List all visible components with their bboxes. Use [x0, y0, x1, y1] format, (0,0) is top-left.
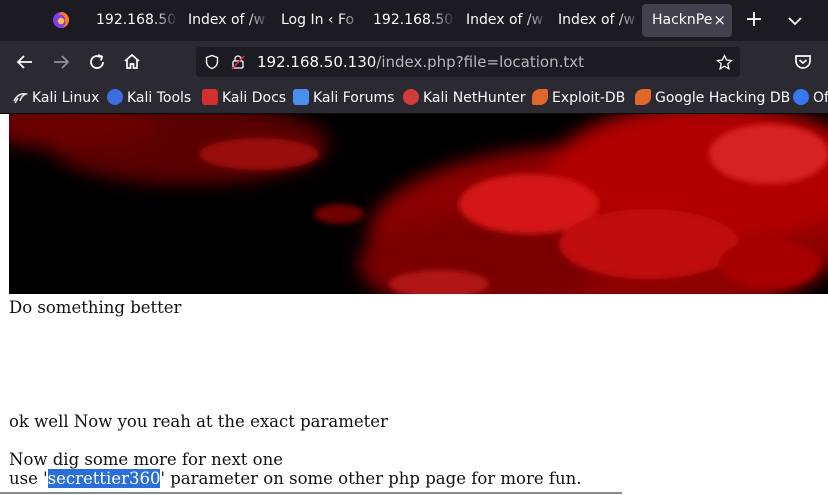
url-text[interactable]: 192.168.50.130/index.php?file=location.t… [257, 47, 584, 77]
tab-6[interactable]: Index of /w [548, 4, 640, 37]
bookmark-exploit-db[interactable]: Exploit-DB [532, 83, 625, 113]
bookmarks-toolbar: Kali Linux Kali Tools Kali Docs Kali For… [0, 83, 828, 114]
bookmark-label: Kali Docs [222, 90, 287, 106]
bookmark-offsec[interactable]: Of [793, 83, 828, 113]
tab-1[interactable]: 192.168.50 [86, 4, 178, 37]
tab-3[interactable]: Log In ‹ Fo [271, 4, 363, 37]
selected-parameter-text[interactable]: secrettier360 [47, 469, 161, 488]
page-text-line: Now dig some more for next one [9, 450, 283, 469]
bookmark-label: Kali Forums [313, 90, 395, 106]
insecure-lock-icon[interactable] [230, 54, 246, 70]
bookmark-label: Google Hacking DB [655, 90, 791, 106]
offsec-icon [793, 89, 809, 105]
page-text-line: use 'secrettier360' parameter on some ot… [9, 469, 581, 489]
text-prefix: use ' [9, 469, 48, 488]
bookmark-label: Kali NetHunter [423, 90, 526, 106]
url-host: 192.168.50.130 [257, 53, 377, 71]
home-icon[interactable] [120, 50, 144, 74]
forward-arrow-icon[interactable] [49, 50, 73, 74]
back-arrow-icon[interactable] [13, 50, 37, 74]
red-smoke-banner-image [9, 114, 828, 294]
kali-docs-icon [202, 89, 218, 105]
bookmark-kali-tools[interactable]: Kali Tools [107, 83, 191, 113]
navigation-toolbar: 192.168.50.130/index.php?file=location.t… [0, 41, 828, 83]
bookmark-google-hacking-db[interactable]: Google Hacking DB [635, 83, 790, 113]
text-suffix: ' parameter on some other php page for m… [160, 469, 582, 488]
bookmark-kali-forums[interactable]: Kali Forums [293, 83, 394, 113]
kali-dragon-icon [12, 86, 30, 104]
bookmark-label: Kali Tools [127, 90, 192, 106]
exploit-db-icon [532, 89, 548, 105]
bookmark-label: Of [813, 90, 828, 106]
tab-active[interactable]: HacknPe × [642, 4, 732, 37]
window-corner [0, 0, 40, 41]
reload-icon[interactable] [85, 50, 109, 74]
bookmark-kali-nethunter[interactable]: Kali NetHunter [403, 83, 525, 113]
tab-title: HacknPe [652, 12, 713, 28]
page-text-line: Do something better [9, 298, 182, 317]
bookmark-kali-docs[interactable]: Kali Docs [202, 83, 286, 113]
horizontal-divider [0, 492, 622, 494]
nethunter-icon [403, 89, 419, 105]
close-tab-icon[interactable]: × [713, 4, 726, 37]
bookmark-label: Kali Linux [32, 90, 100, 106]
kali-tools-icon [107, 89, 123, 105]
tab-2[interactable]: Index of /w [178, 4, 270, 37]
ghdb-icon [635, 89, 651, 105]
bookmark-kali-linux[interactable]: Kali Linux [12, 83, 99, 113]
bookmark-label: Exploit-DB [552, 90, 626, 106]
shield-icon[interactable] [204, 54, 220, 70]
new-tab-button[interactable]: + [741, 8, 767, 34]
page-content: Do something better ok well Now you reah… [0, 114, 828, 495]
firefox-icon[interactable] [52, 11, 70, 29]
url-path: /index.php?file=location.txt [376, 53, 585, 71]
tab-5[interactable]: Index of /w [456, 4, 548, 37]
chevron-down-icon[interactable] [782, 8, 808, 34]
bookmark-star-icon[interactable] [716, 54, 733, 71]
page-text-line: ok well Now you reah at the exact parame… [9, 412, 388, 431]
pocket-icon[interactable] [791, 50, 815, 74]
address-bar[interactable]: 192.168.50.130/index.php?file=location.t… [196, 47, 740, 77]
tab-strip: 192.168.50 Index of /w Log In ‹ Fo 192.1… [0, 0, 828, 41]
kali-forums-icon [293, 89, 309, 105]
tab-4[interactable]: 192.168.50 [363, 4, 455, 37]
